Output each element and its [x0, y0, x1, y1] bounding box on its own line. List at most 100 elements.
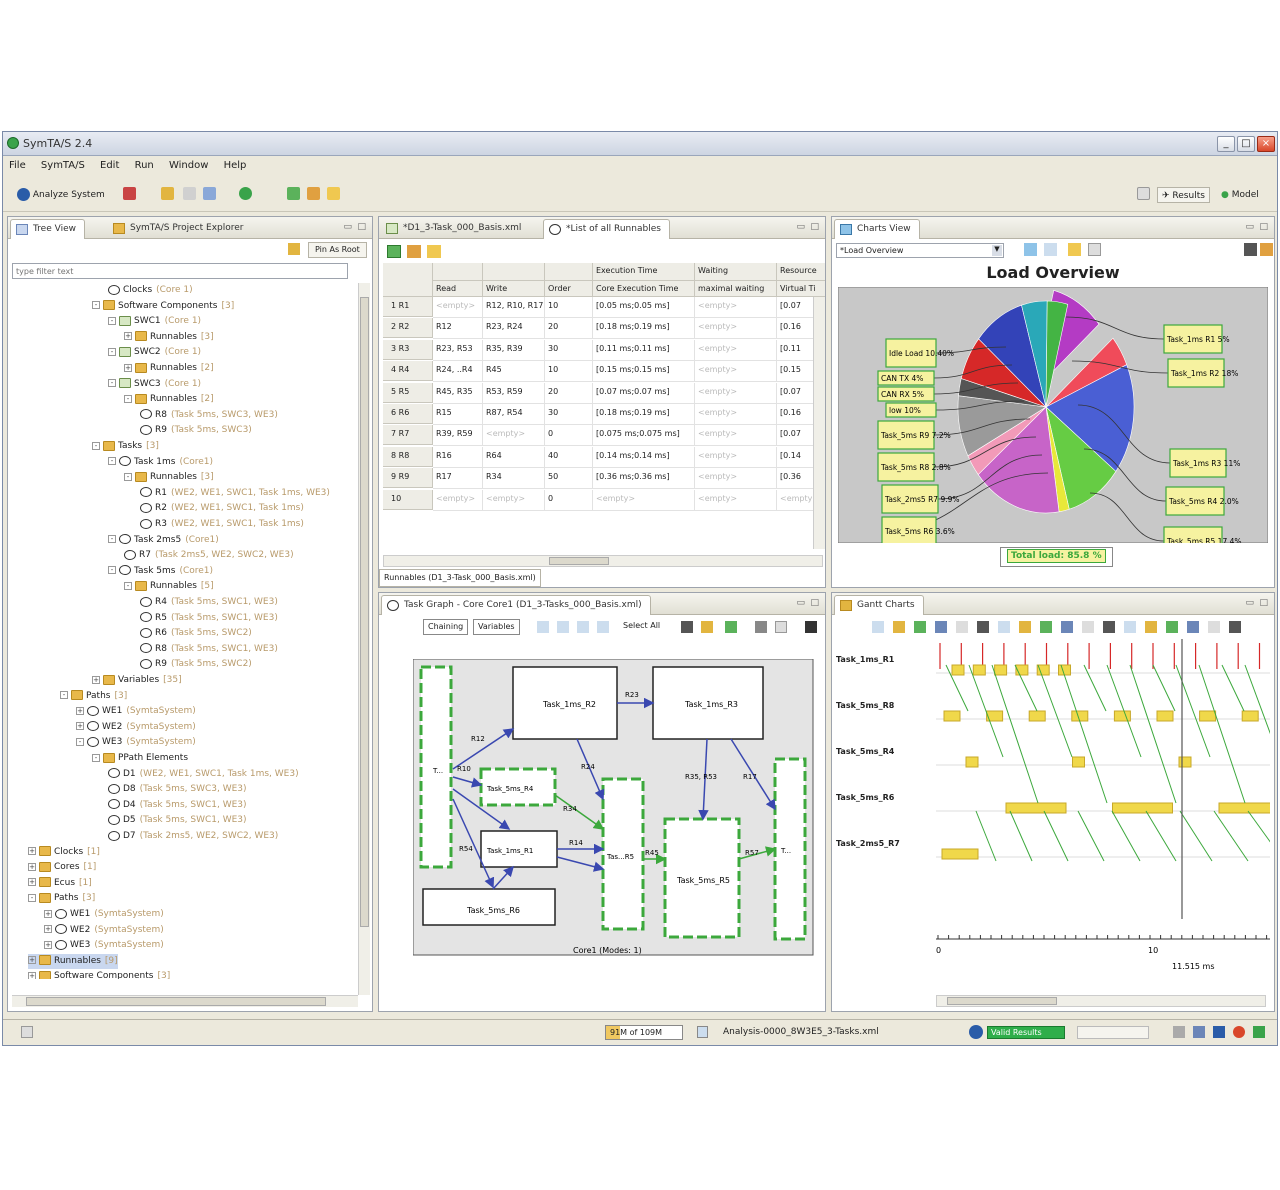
minimize-button[interactable]: _	[1217, 136, 1235, 152]
layout-icon[interactable]	[701, 621, 713, 633]
tree-item[interactable]: R9 (Task 5ms, SWC2)	[140, 657, 252, 672]
table-cell[interactable]: R45	[483, 361, 545, 383]
tree-item[interactable]: - SWC3 (Core 1)	[108, 377, 201, 392]
table-cell[interactable]: 0	[545, 489, 593, 511]
collapse-icon[interactable]: -	[108, 347, 116, 356]
tree-item[interactable]: - Paths [3]	[28, 891, 95, 906]
table-cell[interactable]: 10	[545, 297, 593, 318]
editor-maximize-icon[interactable]: □	[810, 222, 819, 232]
row-header[interactable]: 7 R7	[383, 425, 433, 446]
gantt-tool-icon[interactable]	[893, 621, 905, 633]
table-cell[interactable]: [0.18 ms;0.19 ms]	[593, 318, 695, 340]
editor-minimize-icon[interactable]: ▭	[796, 222, 805, 232]
column-header[interactable]: Read	[433, 281, 483, 297]
tree-item[interactable]: - Software Components [3]	[92, 299, 234, 314]
ok-icon[interactable]	[1253, 1026, 1265, 1038]
tree-item[interactable]: D4 (Task 5ms, SWC1, WE3)	[108, 798, 247, 813]
table-cell[interactable]: <empty>	[433, 297, 483, 318]
close-button[interactable]: ×	[1257, 136, 1275, 152]
report-icon[interactable]	[327, 187, 340, 200]
column-group-header[interactable]: Waiting	[695, 263, 777, 281]
chart-export-icon[interactable]	[1068, 243, 1081, 256]
gantt-tool-icon[interactable]	[872, 621, 884, 633]
column-header[interactable]: Core Execution Time	[593, 281, 695, 297]
table-cell[interactable]: <empty>	[695, 382, 777, 404]
print-icon[interactable]	[805, 621, 817, 633]
collapse-icon[interactable]: -	[108, 316, 116, 325]
error-icon[interactable]	[1233, 1026, 1245, 1038]
table-cell[interactable]: [0.11 ms;0.11 ms]	[593, 339, 695, 361]
chaining-button[interactable]: Chaining	[423, 619, 469, 635]
maximize-panel-icon[interactable]: □	[357, 222, 366, 232]
tree-item[interactable]: - Runnables [5]	[124, 579, 214, 594]
tree-item[interactable]: - Task 2ms5 (Core1)	[108, 533, 219, 548]
row-header[interactable]: 5 R5	[383, 382, 433, 403]
tree-item[interactable]: + Variables [35]	[92, 673, 182, 688]
table-cell[interactable]: R23, R24	[483, 318, 545, 340]
collapse-icon[interactable]: -	[92, 753, 100, 762]
export-icon[interactable]	[287, 187, 300, 200]
column-header-spacer[interactable]	[545, 263, 593, 281]
tree-item[interactable]: + WE3 (SymtaSystem)	[44, 938, 164, 953]
chart-grid-icon[interactable]	[1044, 243, 1057, 256]
table-cell[interactable]: R53, R59	[483, 382, 545, 404]
tree-item[interactable]: R6 (Task 5ms, SWC2)	[140, 626, 252, 641]
table-cell[interactable]: R17	[433, 468, 483, 490]
tree-item[interactable]: - Task 5ms (Core1)	[108, 564, 213, 579]
tab-gantt-charts[interactable]: Gantt Charts	[834, 595, 924, 615]
info-icon[interactable]	[1213, 1026, 1225, 1038]
gantt-tool-icon[interactable]	[1187, 621, 1199, 633]
chart-copy-icon[interactable]	[1088, 243, 1101, 256]
gantt-tool-icon[interactable]	[1124, 621, 1136, 633]
collapse-icon[interactable]: -	[92, 301, 100, 310]
row-header[interactable]: 2 R2	[383, 318, 433, 339]
grid-icon[interactable]	[681, 621, 693, 633]
model-perspective-button[interactable]: ● Model	[1221, 187, 1259, 203]
collapse-icon[interactable]: -	[124, 472, 132, 481]
minimize-panel-icon[interactable]: ▭	[343, 222, 352, 232]
gantt-tool-icon[interactable]	[956, 621, 968, 633]
table-cell[interactable]: R23, R53	[433, 339, 483, 361]
table-import-icon[interactable]	[407, 245, 421, 258]
table-cell[interactable]: R35, R39	[483, 339, 545, 361]
table-cell[interactable]: <empty>	[695, 361, 777, 383]
search-icon[interactable]	[597, 621, 609, 633]
tab-runnables-list[interactable]: *List of all Runnables	[543, 219, 670, 239]
select-all-button[interactable]: Select All	[623, 621, 660, 630]
table-export-icon[interactable]	[427, 245, 441, 258]
tree-item[interactable]: R5 (Task 5ms, SWC1, WE3)	[140, 611, 278, 626]
memory-indicator[interactable]: 91M of 109M	[605, 1025, 683, 1040]
tree-item[interactable]: - SWC2 (Core 1)	[108, 345, 201, 360]
arrange-icon[interactable]	[725, 621, 737, 633]
collapse-icon[interactable]: -	[60, 691, 68, 700]
charts-maximize-icon[interactable]: □	[1259, 222, 1268, 232]
gantt-tool-icon[interactable]	[977, 621, 989, 633]
menu-symtas[interactable]: SymTA/S	[35, 156, 91, 171]
tree-horizontal-scrollbar[interactable]	[12, 995, 358, 1007]
table-cell[interactable]: [0.36 ms;0.36 ms]	[593, 468, 695, 490]
gantt-tool-icon[interactable]	[1019, 621, 1031, 633]
taskgraph-maximize-icon[interactable]: □	[810, 598, 819, 608]
tree-vertical-scrollbar[interactable]	[358, 283, 370, 995]
tree-item[interactable]: D1 (WE2, WE1, SWC1, Task 1ms, WE3)	[108, 767, 299, 782]
perspective-icon[interactable]	[1137, 187, 1150, 200]
tree-item[interactable]: R2 (WE2, WE1, SWC1, Task 1ms)	[140, 501, 304, 516]
table-cell[interactable]: 20	[545, 382, 593, 404]
column-header[interactable]: Virtual Ti	[777, 281, 825, 297]
table-corner[interactable]	[383, 263, 433, 297]
column-header[interactable]: Order	[545, 281, 593, 297]
table-cell[interactable]: R45, R35	[433, 382, 483, 404]
collapse-icon[interactable]: -	[108, 566, 116, 575]
table-cell[interactable]: [0.075 ms;0.075 ms]	[593, 425, 695, 447]
tree-item[interactable]: - Task 1ms (Core1)	[108, 455, 213, 470]
gantt-tool-icon[interactable]	[1166, 621, 1178, 633]
link-icon[interactable]	[755, 621, 767, 633]
sync-icon[interactable]	[1193, 1026, 1205, 1038]
import-icon[interactable]	[307, 187, 320, 200]
tree-item[interactable]: R8 (Task 5ms, SWC3, WE3)	[140, 408, 278, 423]
collapse-icon[interactable]: -	[28, 893, 36, 902]
table-cell[interactable]: 30	[545, 404, 593, 425]
tab-project-explorer[interactable]: SymTA/S Project Explorer	[108, 219, 252, 239]
column-group-header[interactable]: Resource	[777, 263, 825, 281]
column-header[interactable]: Write	[483, 281, 545, 297]
